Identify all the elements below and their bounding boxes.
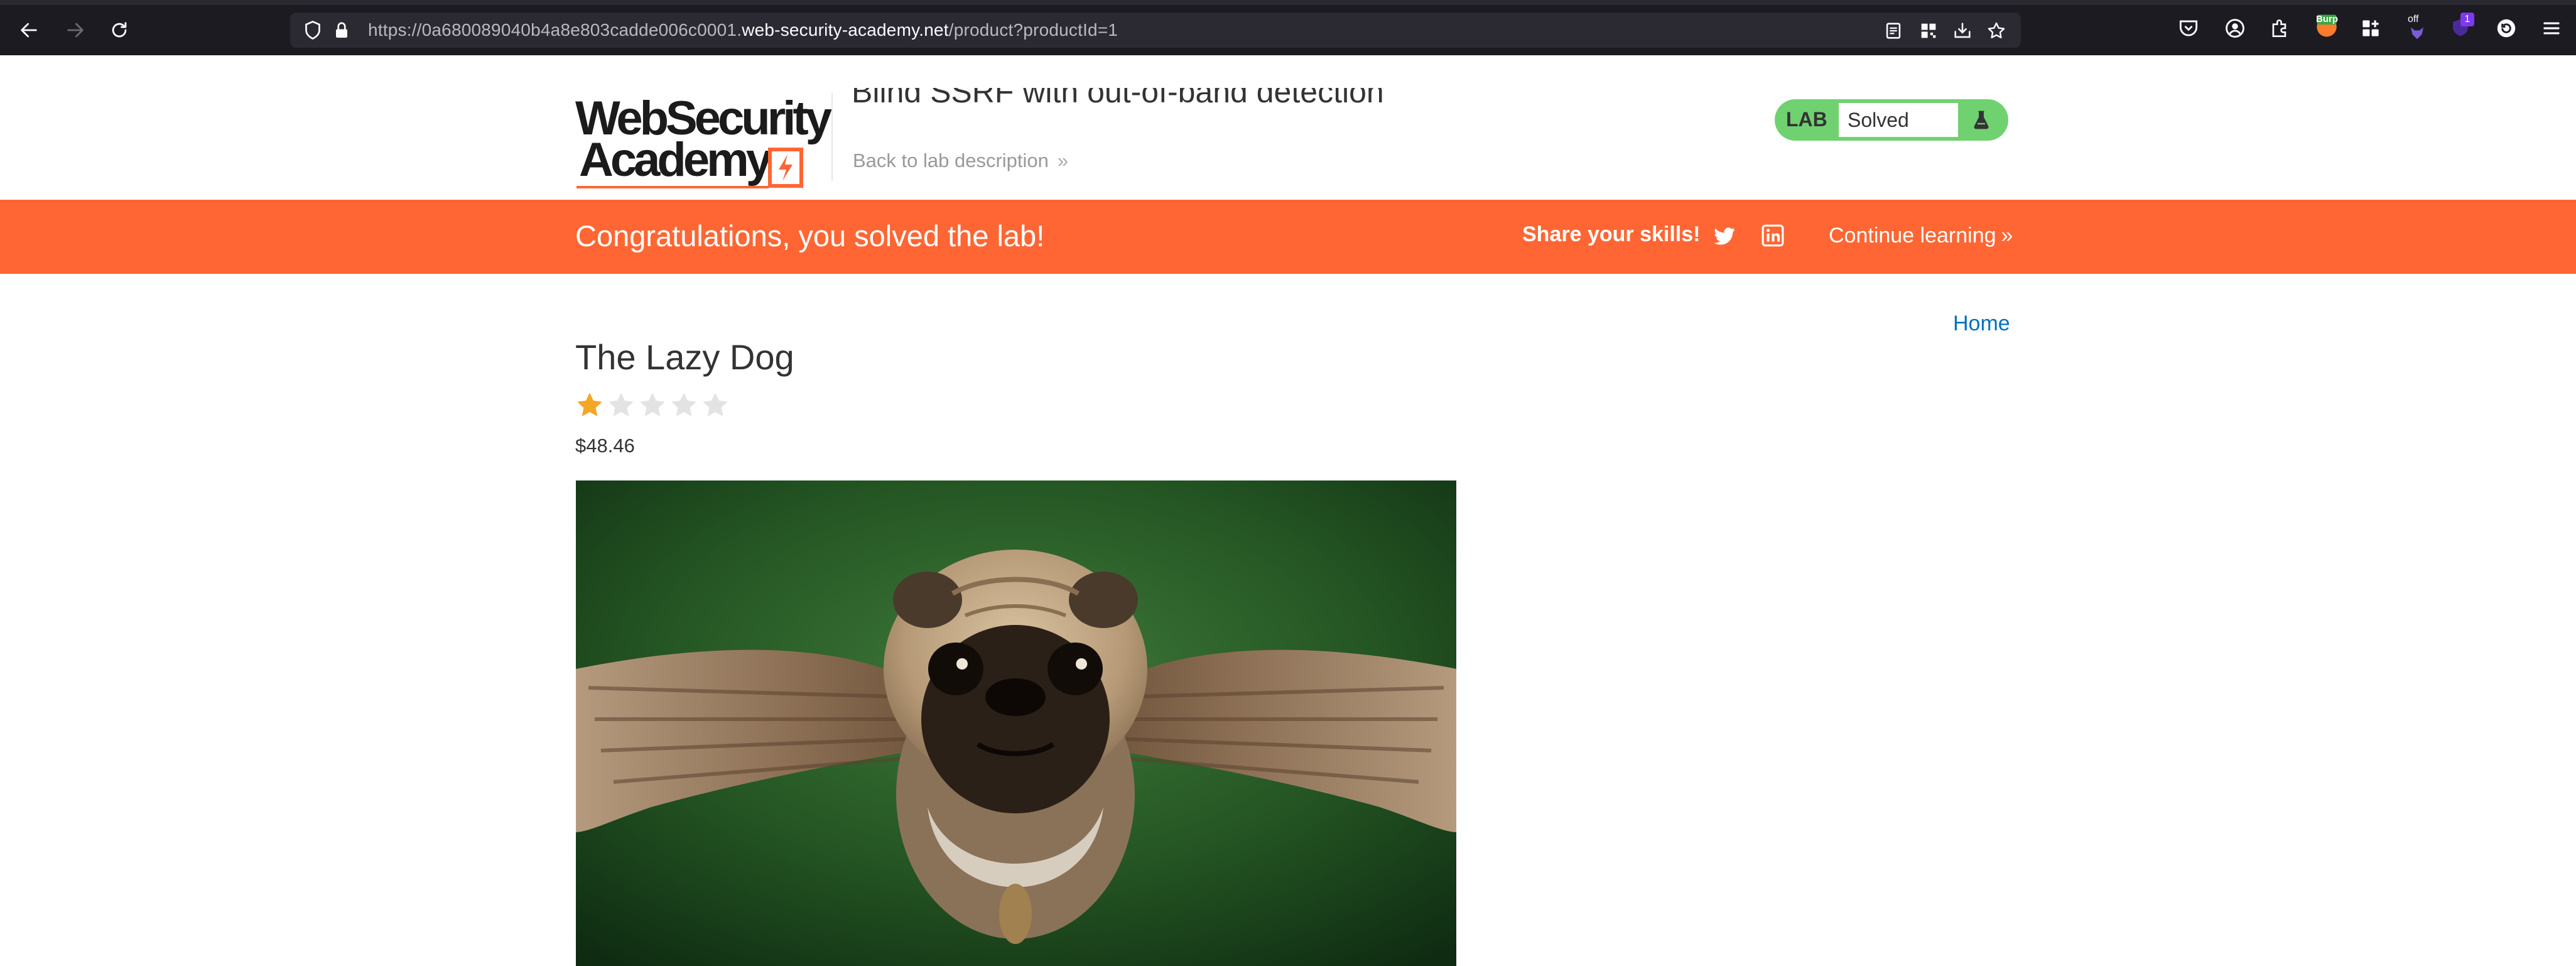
- save-to-device-icon[interactable]: [1952, 20, 1973, 41]
- continue-learning-label: Continue learning: [1829, 224, 1996, 247]
- forward-button[interactable]: [60, 15, 90, 45]
- notification-badge: 1: [2460, 13, 2474, 26]
- arrow-right-icon: [67, 23, 84, 38]
- url-host: web-security-academy.net: [742, 20, 949, 40]
- product-price: $48.46: [575, 435, 635, 457]
- share-your-skills-label: Share your skills!: [1522, 222, 1701, 246]
- home-link[interactable]: Home: [1953, 312, 2010, 336]
- star-empty-icon: [703, 393, 728, 416]
- foxyproxy-extension-icon[interactable]: off: [2405, 11, 2433, 40]
- double-chevron-right-icon: »: [1057, 149, 1069, 171]
- url-text[interactable]: https://0a680089040b4a8e803cadde006c0001…: [368, 20, 1118, 40]
- burp-extension-label: Burp: [2316, 14, 2338, 24]
- star-filled-icon: [577, 393, 602, 416]
- lightning-mark-icon: [768, 148, 803, 188]
- burp-extension-icon[interactable]: Burp: [2314, 13, 2340, 40]
- continue-learning-link[interactable]: Continue learning»: [1829, 224, 2013, 248]
- url-prefix: https://0a680089040b4a8e803cadde006c0001…: [368, 20, 742, 40]
- back-button[interactable]: [14, 15, 44, 45]
- back-to-lab-description-link[interactable]: Back to lab description »: [853, 149, 1068, 172]
- account-icon[interactable]: [2223, 16, 2247, 40]
- fox-icon: [2411, 27, 2423, 40]
- lab-title: Blind SSRF with out-of-band detection: [852, 88, 1384, 113]
- url-path: /product?productId=1: [948, 20, 1118, 40]
- bookmark-star-icon[interactable]: [1986, 20, 2007, 41]
- flask-icon: [1963, 103, 2000, 137]
- shield-icon[interactable]: [301, 19, 324, 41]
- star-empty-icon: [671, 393, 696, 416]
- star-empty-icon: [640, 393, 665, 416]
- refresh-extension-icon[interactable]: [2494, 16, 2518, 40]
- product-image: [576, 480, 1456, 966]
- congratulations-message: Congratulations, you solved the lab!: [575, 219, 1045, 252]
- reload-icon: [112, 22, 127, 38]
- product-rating: [574, 389, 731, 423]
- header-divider: [831, 93, 833, 181]
- product-title: The Lazy Dog: [575, 337, 794, 377]
- lab-status-badge: LAB Solved: [1775, 99, 2008, 141]
- lab-badge-label: LAB: [1786, 108, 1827, 131]
- arrow-left-icon: [21, 23, 37, 38]
- lab-title-text: Blind SSRF with out-of-band detection: [852, 88, 1384, 109]
- notification-extension-icon[interactable]: 1: [2448, 11, 2476, 40]
- twitter-icon[interactable]: [1712, 224, 1737, 249]
- address-bar[interactable]: https://0a680089040b4a8e803cadde006c0001…: [290, 13, 2021, 48]
- lab-header: WebSecurity Academy Blind SSRF with out-…: [0, 55, 2576, 200]
- solved-banner: Congratulations, you solved the lab! Sha…: [0, 200, 2576, 274]
- pocket-icon[interactable]: [2177, 16, 2200, 40]
- menu-hamburger-icon[interactable]: [2540, 16, 2563, 40]
- logo-underline: [576, 186, 769, 188]
- back-link-label: Back to lab description: [853, 149, 1049, 171]
- star-empty-icon: [609, 393, 634, 416]
- tab-strip-edge: [0, 0, 2576, 5]
- grid-extension-icon[interactable]: [2359, 16, 2383, 40]
- reload-button[interactable]: [104, 15, 134, 45]
- browser-toolbar: https://0a680089040b4a8e803cadde006c0001…: [0, 0, 2576, 57]
- linkedin-icon[interactable]: [1761, 224, 1785, 247]
- logo-line-2: Academy: [579, 133, 772, 187]
- double-chevron-right-icon: »: [2001, 224, 2013, 247]
- lab-status-text: Solved: [1839, 103, 1958, 137]
- lock-icon[interactable]: [330, 19, 353, 41]
- reader-view-icon[interactable]: [1883, 20, 1904, 41]
- extensions-puzzle-icon[interactable]: [2268, 16, 2292, 40]
- qr-code-icon[interactable]: [1918, 20, 1939, 41]
